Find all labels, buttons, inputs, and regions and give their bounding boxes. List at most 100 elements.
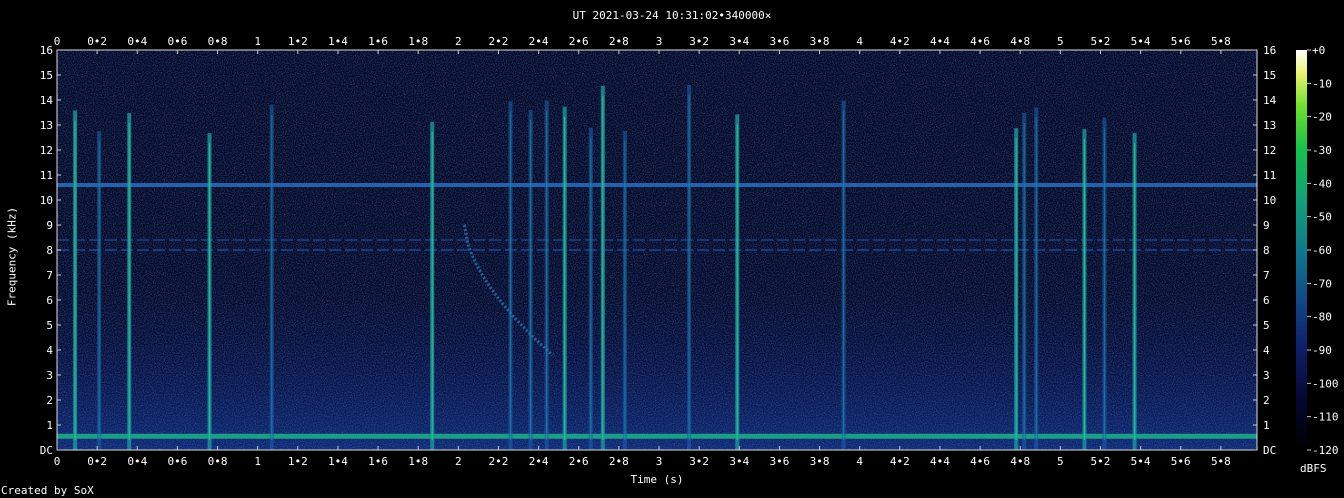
- y-tick-label-left: 7: [46, 269, 53, 282]
- x-tick-label-bottom: 3•6: [769, 455, 789, 468]
- x-tick-label-top: 5•6: [1171, 35, 1191, 48]
- x-tick-label-bottom: 5•2: [1091, 455, 1111, 468]
- y-tick-label-right: 10: [1263, 194, 1276, 207]
- transient-core: [602, 95, 604, 440]
- x-tick-label-bottom: 4•2: [890, 455, 910, 468]
- y-tick-label-left: 9: [46, 219, 53, 232]
- chart-title: UT 2021-03-24 10:31:02•340000×: [572, 9, 772, 22]
- x-tick-label-top: 3•8: [810, 35, 830, 48]
- y-tick-label-right: 9: [1263, 219, 1270, 232]
- x-tick-label-top: 3•2: [689, 35, 709, 48]
- y-tick-label-right: 8: [1263, 244, 1270, 257]
- x-tick-label-top: 0•2: [87, 35, 107, 48]
- transient-core: [1015, 138, 1017, 440]
- colorbar-tick-label: -20: [1312, 111, 1332, 124]
- x-tick-label-top: 4•4: [930, 35, 950, 48]
- x-tick-label-bottom: 0•2: [87, 455, 107, 468]
- y-tick-label-right: 4: [1263, 344, 1270, 357]
- transient-core: [546, 110, 548, 440]
- y-tick-label-left: 10: [40, 194, 53, 207]
- y-tick-label-left: DC: [40, 444, 53, 457]
- x-tick-label-bottom: 3•2: [689, 455, 709, 468]
- y-tick-label-right: DC: [1263, 444, 1276, 457]
- colorbar-tick-label: -70: [1312, 277, 1332, 290]
- y-tick-label-left: 11: [40, 169, 53, 182]
- x-tick-label-bottom: 0•6: [167, 455, 187, 468]
- x-tick-label-bottom: 5•6: [1171, 455, 1191, 468]
- x-tick-label-bottom: 3•8: [810, 455, 830, 468]
- x-tick-label-top: 2•4: [529, 35, 549, 48]
- y-tick-label-left: 3: [46, 369, 53, 382]
- colorbar-tick-label: -10: [1312, 77, 1332, 90]
- colorbar: [1296, 50, 1307, 450]
- x-tick-label-bottom: 4•8: [1010, 455, 1030, 468]
- colorbar-tick-label: -80: [1312, 311, 1332, 324]
- y-tick-label-left: 12: [40, 144, 53, 157]
- transient-core: [208, 143, 211, 440]
- colorbar-tick-label: -60: [1312, 244, 1332, 257]
- x-tick-label-top: 5•4: [1131, 35, 1151, 48]
- x-tick-label-bottom: 3•4: [729, 455, 749, 468]
- x-tick-label-top: 0•8: [208, 35, 228, 48]
- x-tick-label-top: 1•4: [328, 35, 348, 48]
- colorbar-tick-label: -90: [1312, 344, 1332, 357]
- colorbar-tick-label: -100: [1312, 377, 1339, 390]
- y-tick-label-left: 1: [46, 419, 53, 432]
- y-tick-label-right: 1: [1263, 419, 1270, 432]
- transient-core: [529, 120, 532, 441]
- x-tick-label-top: 1•6: [368, 35, 388, 48]
- x-tick-label-bottom: 1•2: [288, 455, 308, 468]
- y-tick-label-right: 11: [1263, 169, 1276, 182]
- x-tick-label-top: 0•4: [127, 35, 147, 48]
- x-tick-label-top: 2•6: [569, 35, 589, 48]
- colorbar-tick-label: +0: [1312, 44, 1325, 57]
- y-tick-label-right: 6: [1263, 294, 1270, 307]
- x-tick-label-bottom: 2•6: [569, 455, 589, 468]
- x-tick-label-bottom: 2•2: [489, 455, 509, 468]
- colorbar-tick-label: -50: [1312, 211, 1332, 224]
- y-tick-label-left: 5: [46, 319, 53, 332]
- colorbar-tick-label: -40: [1312, 177, 1332, 190]
- x-tick-label-bottom: 4•6: [970, 455, 990, 468]
- x-tick-label-bottom: 1•6: [368, 455, 388, 468]
- y-tick-label-left: 16: [40, 44, 53, 57]
- x-tick-label-top: 5: [1057, 35, 1064, 48]
- colorbar-tick-label: -30: [1312, 144, 1332, 157]
- x-tick-label-top: 3•4: [729, 35, 749, 48]
- colorbar-unit-label: dBFS: [1300, 462, 1327, 475]
- colorbar-tick-label: -110: [1312, 411, 1339, 424]
- y-tick-label-right: 5: [1263, 319, 1270, 332]
- transient-core: [1133, 143, 1136, 440]
- x-tick-label-top: 4•8: [1010, 35, 1030, 48]
- y-tick-label-left: 15: [40, 69, 53, 82]
- x-tick-label-bottom: 1: [254, 455, 261, 468]
- y-tick-label-left: 2: [46, 394, 53, 407]
- transient-core: [843, 110, 845, 440]
- y-tick-label-right: 14: [1263, 94, 1277, 107]
- y-tick-label-left: 8: [46, 244, 53, 257]
- x-tick-label-bottom: 2•8: [609, 455, 629, 468]
- transient-core: [271, 115, 273, 440]
- y-tick-label-left: 13: [40, 119, 53, 132]
- x-tick-label-top: 1: [254, 35, 261, 48]
- transient-core: [564, 116, 566, 440]
- x-tick-label-bottom: 5•8: [1211, 455, 1231, 468]
- x-tick-label-bottom: 0•8: [208, 455, 228, 468]
- x-tick-label-top: 1•2: [288, 35, 308, 48]
- x-tick-label-bottom: 0: [54, 455, 61, 468]
- transient-core: [509, 111, 512, 441]
- x-tick-label-top: 5•8: [1211, 35, 1231, 48]
- x-tick-label-bottom: 1•4: [328, 455, 348, 468]
- transient-core: [624, 140, 626, 440]
- colorbar-tick-label: -120: [1312, 444, 1339, 457]
- y-tick-label-right: 7: [1263, 269, 1270, 282]
- x-tick-label-top: 0: [54, 35, 61, 48]
- transient-core: [590, 137, 592, 440]
- x-tick-label-top: 2•2: [489, 35, 509, 48]
- x-tick-label-top: 4•2: [890, 35, 910, 48]
- y-tick-label-right: 15: [1263, 69, 1276, 82]
- x-tick-label-bottom: 2: [455, 455, 462, 468]
- y-tick-label-right: 12: [1263, 144, 1276, 157]
- transient-core: [74, 120, 76, 441]
- transient-core: [1023, 122, 1025, 440]
